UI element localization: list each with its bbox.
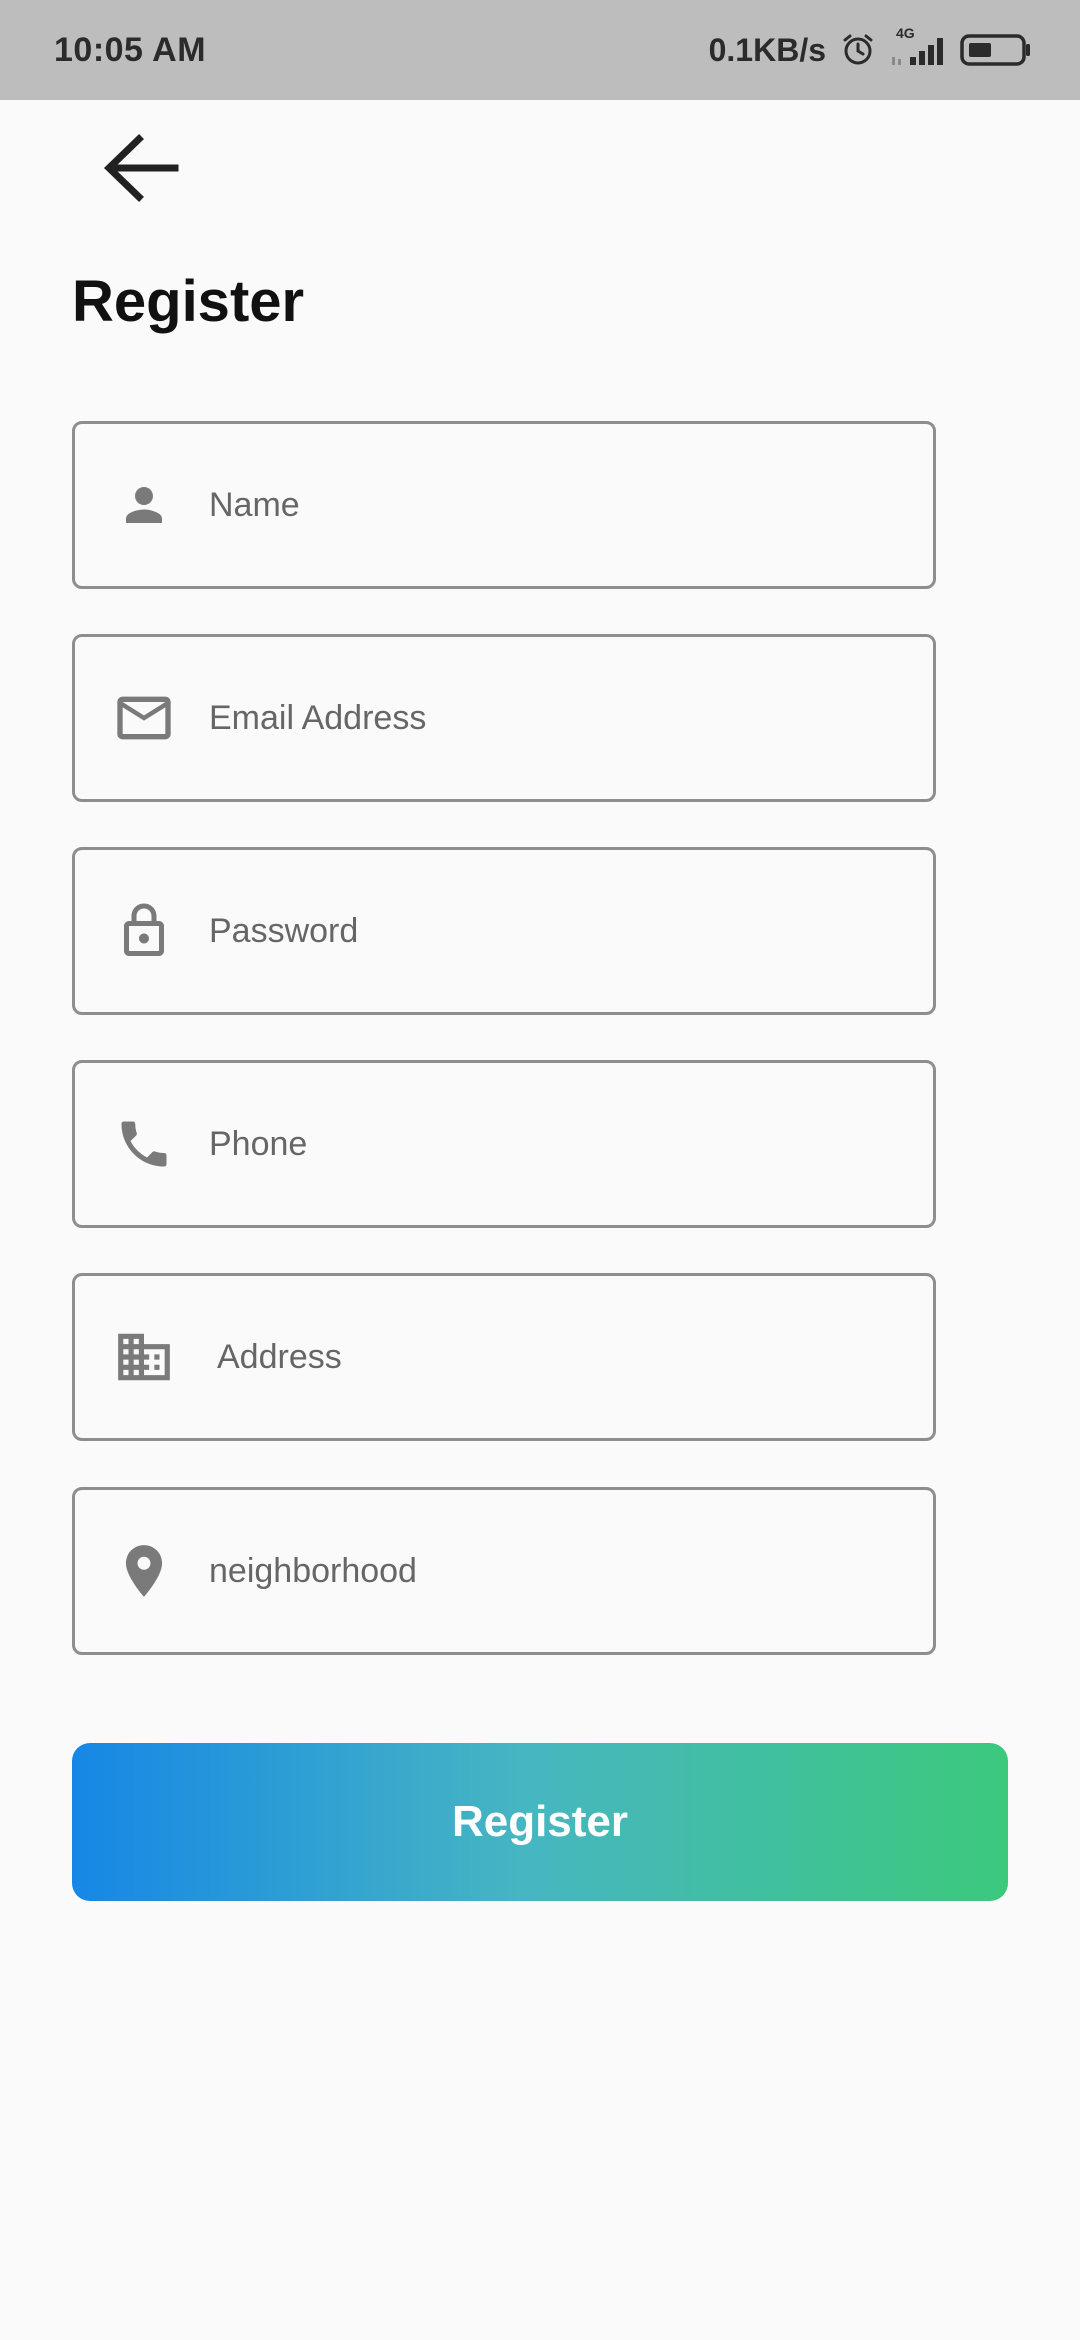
phone-field[interactable]: Phone bbox=[72, 1060, 936, 1228]
lock-icon bbox=[101, 888, 187, 974]
address-field[interactable]: Address bbox=[72, 1273, 936, 1441]
neighborhood-field[interactable]: neighborhood bbox=[72, 1487, 936, 1655]
password-field[interactable]: Password bbox=[72, 847, 936, 1015]
status-time: 10:05 AM bbox=[54, 30, 207, 69]
name-placeholder: Name bbox=[209, 485, 300, 524]
status-bar: 10:05 AM 0.1KB/s 4G bbox=[0, 0, 1080, 100]
battery-icon bbox=[960, 32, 1032, 68]
address-placeholder: Address bbox=[217, 1337, 342, 1376]
name-field[interactable]: Name bbox=[72, 421, 936, 589]
status-indicators: 0.1KB/s 4G bbox=[708, 25, 1032, 69]
phone-placeholder: Phone bbox=[209, 1124, 308, 1163]
register-button[interactable]: Register bbox=[72, 1743, 1008, 1901]
network-type-label: 4G bbox=[896, 25, 915, 41]
arrow-left-icon bbox=[103, 133, 179, 208]
email-placeholder: Email Address bbox=[209, 698, 427, 737]
building-icon bbox=[101, 1314, 187, 1400]
neighborhood-placeholder: neighborhood bbox=[209, 1551, 417, 1590]
phone-icon bbox=[101, 1101, 187, 1187]
back-button[interactable] bbox=[96, 130, 186, 210]
mail-icon bbox=[101, 675, 187, 761]
email-field[interactable]: Email Address bbox=[72, 634, 936, 802]
network-speed: 0.1KB/s bbox=[708, 31, 826, 68]
person-icon bbox=[101, 462, 187, 548]
location-pin-icon bbox=[101, 1528, 187, 1614]
alarm-icon bbox=[840, 32, 876, 68]
register-button-label: Register bbox=[451, 1797, 629, 1846]
password-placeholder: Password bbox=[209, 911, 359, 950]
signal-icon: 4G bbox=[890, 25, 946, 67]
page-title: Register bbox=[72, 269, 305, 334]
